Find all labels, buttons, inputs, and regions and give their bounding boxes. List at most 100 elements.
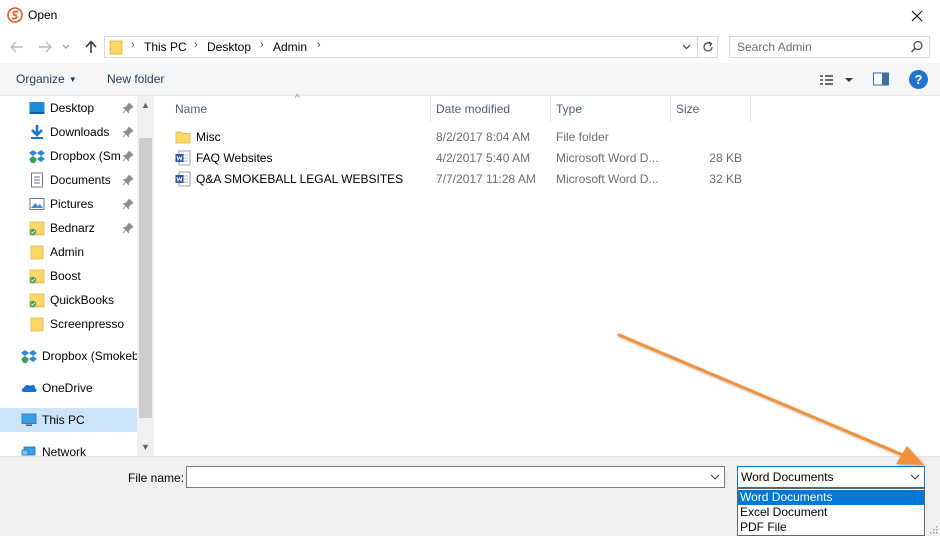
arrow-right-icon [39,41,52,53]
nav-item-boost[interactable]: Boost [29,265,81,287]
close-icon [911,10,923,21]
synced-folder-icon [29,292,45,308]
file-date: 8/2/2017 8:04 AM [436,130,531,144]
back-button[interactable] [6,36,28,58]
scrollbar-thumb[interactable] [139,138,152,418]
nav-item-dropbox[interactable]: Dropbox (Sm [29,145,121,167]
file-type-value: Word Documents [741,470,834,484]
pin-icon[interactable] [122,198,134,210]
open-dialog: Open › This PC › Desktop › Admin › Searc… [0,0,940,536]
organize-label: Organize [16,72,65,86]
nav-label: Dropbox (Sm [50,149,121,163]
file-date: 7/7/2017 11:28 AM [436,172,536,186]
new-folder-button[interactable]: New folder [107,72,164,86]
search-icon[interactable] [910,40,924,54]
navigation-scrollbar[interactable]: ▲ ▼ [137,96,154,456]
nav-item-desktop[interactable]: Desktop [29,97,94,119]
help-button[interactable]: ? [909,70,928,89]
nav-label: This PC [42,413,85,427]
pin-icon[interactable] [122,150,134,162]
address-dropdown-button[interactable] [677,37,695,57]
folder-icon [109,40,123,55]
file-date: 4/2/2017 5:40 AM [436,151,531,165]
breadcrumb-separator: › [260,39,264,51]
nav-item-network[interactable]: Network [21,441,86,456]
nav-item-documents[interactable]: Documents [29,169,111,191]
up-button[interactable] [80,36,102,58]
file-type-dropdown-list: Word Documents Excel Document PDF File [737,488,925,536]
nav-item-dropbox-root[interactable]: Dropbox (Smokeb [21,345,139,367]
scroll-down-icon[interactable]: ▼ [137,438,154,455]
dropbox-icon [21,348,37,364]
column-header-type[interactable]: Type [550,96,670,122]
nav-item-quickbooks[interactable]: QuickBooks [29,289,114,311]
nav-item-bednarz[interactable]: Bednarz [29,217,95,239]
preview-pane-button[interactable] [872,71,892,89]
nav-label: Boost [50,269,81,283]
documents-icon [29,172,45,188]
file-type: Microsoft Word D... [556,172,659,186]
column-header-date[interactable]: Date modified [430,96,550,122]
nav-item-downloads[interactable]: Downloads [29,121,109,143]
resize-grip-icon[interactable] [928,524,938,534]
breadcrumb-admin[interactable]: Admin [273,40,307,54]
nav-item-pictures[interactable]: Pictures [29,193,93,215]
refresh-button[interactable] [697,37,717,57]
nav-item-this-pc[interactable]: This PC [21,409,85,431]
scroll-up-icon[interactable]: ▲ [137,96,154,113]
recent-locations-button[interactable] [59,36,73,58]
organize-button[interactable]: Organize ▼ [16,72,77,86]
file-name-input[interactable] [187,467,705,487]
file-name-label: File name: [128,471,185,485]
close-button[interactable] [894,0,940,31]
file-type-option-word[interactable]: Word Documents [738,490,924,505]
search-input[interactable] [730,37,910,57]
column-header-size[interactable]: Size [670,96,750,122]
column-divider[interactable] [750,96,751,122]
nav-item-onedrive[interactable]: OneDrive [21,377,93,399]
this-pc-icon [21,412,37,428]
pin-icon[interactable] [122,102,134,114]
breadcrumb-separator: › [317,39,321,51]
breadcrumb-desktop[interactable]: Desktop [207,40,251,54]
file-type-select[interactable]: Word Documents [737,466,925,488]
nav-label: Network [42,445,87,456]
breadcrumb-this-pc[interactable]: This PC [144,40,187,54]
nav-label: Dropbox (Smokeb [42,349,139,363]
onedrive-icon [21,380,37,396]
nav-item-screenpresso[interactable]: Screenpresso [29,313,124,335]
pin-icon[interactable] [122,174,134,186]
column-header-name[interactable]: Name [169,96,430,122]
file-name: FAQ Websites [196,151,273,165]
file-name-combobox [186,466,725,488]
folder-icon [29,244,45,260]
synced-folder-icon [29,220,45,236]
folder-icon [29,316,45,332]
address-bar[interactable]: › This PC › Desktop › Admin › [104,36,718,58]
preview-pane-icon [873,72,889,86]
file-size: 32 KB [709,172,742,186]
chevron-down-icon[interactable] [909,471,921,483]
nav-label: Bednarz [50,221,95,235]
dialog-footer: File name: Word Documents Word Documents… [0,456,940,536]
file-row[interactable]: Misc 8/2/2017 8:04 AM File folder [169,127,759,148]
file-list: ^ Name Date modified Type Size Misc 8/2/… [157,93,940,456]
change-view-button[interactable] [818,71,858,89]
nav-label: Pictures [50,197,94,211]
pictures-icon [29,196,45,212]
nav-label: Admin [50,245,85,259]
file-type-option-excel[interactable]: Excel Document [738,505,924,520]
refresh-icon [702,41,713,52]
navigation-pane: Desktop Downloads Dropbox (Sm Documents … [0,96,154,456]
nav-item-admin[interactable]: Admin [29,241,84,263]
forward-button[interactable] [34,36,56,58]
pin-icon[interactable] [122,222,134,234]
chevron-down-icon[interactable] [709,471,721,483]
breadcrumb-separator: › [194,39,198,51]
file-row[interactable]: FAQ Websites 4/2/2017 5:40 AM Microsoft … [169,148,759,169]
pin-icon[interactable] [122,126,134,138]
file-row[interactable]: Q&A SMOKEBALL LEGAL WEBSITES 7/7/2017 11… [169,169,759,190]
file-type-option-pdf[interactable]: PDF File [738,520,924,535]
chevron-down-icon [62,44,70,49]
command-bar: Organize ▼ New folder ? [0,63,940,96]
